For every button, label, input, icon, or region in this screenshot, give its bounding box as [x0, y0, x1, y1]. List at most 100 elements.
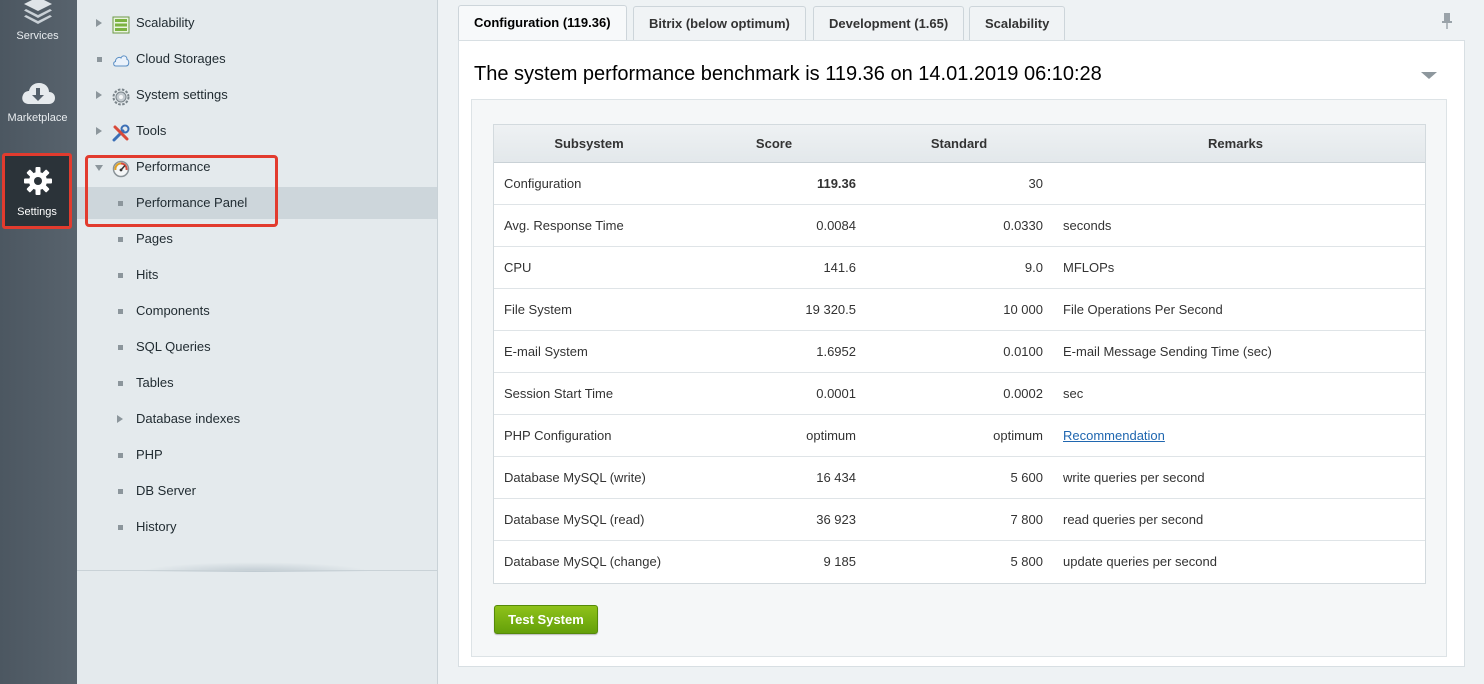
cell-standard: optimum — [993, 428, 1043, 443]
left-rail: Services Marketplace Settings — [0, 0, 77, 684]
table-row: Configuration 119.36 30 — [494, 163, 1425, 205]
tab-scalability[interactable]: Scalability — [969, 6, 1066, 40]
table-row: Session Start Time 0.0001 0.0002 sec — [494, 373, 1425, 415]
tree-item-label: Hits — [136, 267, 159, 282]
cell-standard: 0.0330 — [1003, 218, 1043, 233]
bullet-icon — [118, 273, 123, 278]
tree-item-sql-queries[interactable]: SQL Queries — [77, 331, 437, 363]
chevron-down-icon[interactable] — [1420, 69, 1438, 84]
bullet-icon — [118, 525, 123, 530]
panel-title: The system performance benchmark is 119.… — [474, 63, 1102, 85]
cell-remarks: File Operations Per Second — [1063, 302, 1223, 317]
rail-services[interactable]: Services — [0, 0, 75, 48]
table-row: Database MySQL (write) 16 434 5 600 write q… — [494, 457, 1425, 499]
expand-arrow-icon[interactable] — [96, 19, 102, 27]
tree-item-php[interactable]: PHP — [77, 439, 437, 471]
cell-score: 9 185 — [823, 554, 856, 569]
tree-item-pages[interactable]: Pages — [77, 223, 437, 255]
tree-item-label: SQL Queries — [136, 339, 211, 354]
cell-standard: 0.0100 — [1003, 344, 1043, 359]
table-row: File System 19 320.5 10 000 File Operations… — [494, 289, 1425, 331]
rail-settings[interactable]: Settings — [2, 153, 72, 229]
tree-item-history[interactable]: History — [77, 511, 437, 543]
bullet-icon — [118, 489, 123, 494]
tree-item-label: Pages — [136, 231, 173, 246]
tree-item-database-indexes[interactable]: Database indexes — [77, 403, 437, 435]
bullet-icon — [118, 345, 123, 350]
column-header-remarks[interactable]: Remarks — [1054, 125, 1417, 163]
cell-score: optimum — [806, 428, 856, 443]
gear-icon — [23, 166, 53, 199]
column-header-standard[interactable]: Standard — [864, 125, 1054, 163]
cell-remarks: seconds — [1063, 218, 1112, 233]
cell-remarks: MFLOPs — [1063, 260, 1115, 275]
cell-remarks: E-mail Message Sending Time (sec) — [1063, 344, 1272, 359]
tree-item-label: Scalability — [136, 15, 195, 30]
cell-score: 0.0084 — [816, 218, 856, 233]
tree-item-tables[interactable]: Tables — [77, 367, 437, 399]
cell-subsystem: Database MySQL (read) — [504, 512, 645, 527]
tab-bitrix[interactable]: Bitrix (below optimum) — [633, 6, 806, 40]
cell-remarks: read queries per second — [1063, 512, 1204, 527]
table-row: E-mail System 1.6952 0.0100 E-mail Message … — [494, 331, 1425, 373]
tree-item-db-server[interactable]: DB Server — [77, 475, 437, 507]
tree-item-hits[interactable]: Hits — [77, 259, 437, 291]
cell-standard: 30 — [1028, 176, 1043, 191]
collapse-arrow-icon[interactable] — [95, 165, 103, 171]
cell-score: 16 434 — [816, 470, 856, 485]
column-header-subsystem[interactable]: Subsystem — [504, 125, 674, 163]
tree-item-performance[interactable]: Performance — [77, 151, 437, 183]
tab-development[interactable]: Development (1.65) — [813, 6, 965, 40]
tree-item-label: System settings — [136, 87, 228, 102]
cell-remarks: update queries per second — [1063, 554, 1217, 569]
cell-score: 19 320.5 — [805, 302, 856, 317]
tree-item-label: Tables — [136, 375, 174, 390]
cell-standard: 5 800 — [1010, 554, 1043, 569]
bullet-icon — [118, 309, 123, 314]
cell-standard: 7 800 — [1010, 512, 1043, 527]
table-row: Database MySQL (read) 36 923 7 800 read que… — [494, 499, 1425, 541]
recommendation-link[interactable]: Recommendation — [1063, 428, 1165, 443]
speedometer-icon — [112, 158, 130, 178]
rail-settings-label: Settings — [17, 206, 57, 218]
tree-bottom-divider — [77, 570, 437, 571]
table-row: Avg. Response Time 0.0084 0.0330 seconds — [494, 205, 1425, 247]
table-row: PHP Configuration optimum optimum Recommend… — [494, 415, 1425, 457]
cell-remarks: sec — [1063, 386, 1084, 401]
table-row: Database MySQL (change) 9 185 5 800 update … — [494, 541, 1425, 583]
tree-item-label: Performance — [136, 159, 211, 174]
cell-standard: 0.0002 — [1003, 386, 1043, 401]
pin-icon[interactable] — [1440, 12, 1454, 33]
cell-standard: 10 000 — [1003, 302, 1043, 317]
cell-remarks — [1063, 163, 1423, 205]
cell-remarks: Recommendation — [1063, 415, 1423, 457]
cloud-storage-icon — [112, 50, 130, 68]
tab-configuration[interactable]: Configuration (119.36) — [458, 5, 627, 41]
tree-item-label: PHP — [136, 447, 163, 462]
tree-item-system-settings[interactable]: System settings — [77, 79, 437, 111]
cell-subsystem: CPU — [504, 260, 532, 275]
rail-marketplace[interactable]: Marketplace — [0, 72, 75, 128]
bullet-icon — [118, 381, 123, 386]
column-header-score[interactable]: Score — [684, 125, 864, 163]
expand-arrow-icon[interactable] — [117, 415, 123, 423]
cell-standard: 5 600 — [1010, 470, 1043, 485]
table-header: Subsystem Score Standard Remarks — [494, 125, 1425, 163]
expand-arrow-icon[interactable] — [96, 127, 102, 135]
cell-subsystem: File System — [504, 302, 572, 317]
rail-marketplace-label: Marketplace — [7, 112, 68, 124]
cell-subsystem: Database MySQL (change) — [504, 554, 662, 569]
cell-score: 1.6952 — [816, 344, 856, 359]
tree-item-label: Components — [136, 303, 210, 318]
expand-arrow-icon[interactable] — [96, 91, 102, 99]
test-system-button[interactable]: Test System — [494, 605, 598, 634]
tree-item-cloud-storages[interactable]: Cloud Storages — [77, 43, 437, 75]
benchmark-panel: The system performance benchmark is 119.… — [458, 40, 1465, 667]
tree-item-scalability[interactable]: Scalability — [77, 7, 437, 39]
tree-item-label: DB Server — [136, 483, 196, 498]
cell-standard: 9.0 — [1024, 260, 1043, 275]
bullet-icon — [97, 57, 102, 62]
tree-item-tools[interactable]: Tools — [77, 115, 437, 147]
tree-item-components[interactable]: Components — [77, 295, 437, 327]
tree-item-performance-panel[interactable]: Performance Panel — [77, 187, 437, 219]
